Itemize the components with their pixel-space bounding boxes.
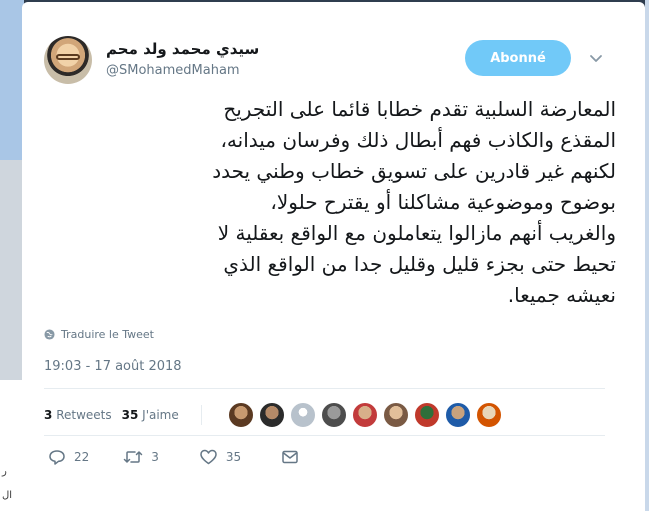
tweet-text-line: المقذع والكاذب فهم أبطال ذلك وفرسان ميدا… [220,128,616,152]
retweets-count: 3 [44,408,53,422]
chevron-down-icon[interactable] [588,50,604,66]
retweet-icon [124,451,143,463]
direct-message-button[interactable] [281,449,299,465]
retweets-stat[interactable]: 3 Retweets [44,408,112,422]
tweet-modal: سيدي محمد ولد محم @SMohamedMaham Abonné … [22,2,645,511]
tweet-text-line: تحيط حتى بجزء قليل وقليل جدا من الواقع ا… [223,252,616,276]
tweet-stats: 3 Retweets 35 J'aime [44,402,502,428]
translate-label[interactable]: Traduire le Tweet [61,328,154,341]
tweet-actions: 22 3 35 [44,448,299,466]
stats-separator [200,405,202,425]
liker-avatar[interactable] [227,402,254,428]
background-text-fragment: ال [2,490,13,501]
tweet-text-line: بوضوح وموضوعية مشاكلنا أو يقترح حلولا، [270,190,616,214]
divider [44,435,605,436]
tweet-text: المعارضة السلبية تقدم خطابا قائما على ال… [50,94,616,311]
likes-count: 35 [121,408,139,422]
liker-avatar[interactable] [320,402,347,428]
liker-avatar[interactable] [289,402,316,428]
retweet-button[interactable]: 3 [123,448,159,466]
display-name[interactable]: سيدي محمد ولد محم [106,40,259,58]
retweets-label: Retweets [56,408,112,422]
liker-avatar[interactable] [475,402,502,428]
tweet-text-line: المعارضة السلبية تقدم خطابا قائما على ال… [223,97,616,121]
tweet-text-line: لكنهم غير قادرين على تسويق خطاب وطني يحد… [212,159,616,183]
avatar[interactable] [44,36,92,84]
tweet-timestamp[interactable]: 19:03 - 17 août 2018 [44,359,182,374]
tweet-text-line: نعيشه جميعا. [507,283,616,307]
background-page: ر ال [0,0,24,511]
background-page-right [645,0,649,511]
reply-button[interactable]: 22 [48,448,89,466]
heart-icon [200,449,217,465]
background-banner [0,0,24,160]
retweet-count: 3 [151,450,159,464]
translate-tweet-link[interactable]: Traduire le Tweet [44,328,154,341]
divider [44,388,605,389]
liker-avatars [227,402,502,428]
likes-label: J'aime [142,408,179,422]
like-button[interactable]: 35 [199,448,241,466]
reply-icon [49,450,65,465]
user-handle[interactable]: @SMohamedMaham [106,63,240,78]
following-button[interactable]: Abonné [465,40,571,76]
reply-count: 22 [74,450,90,464]
like-count: 35 [225,450,242,464]
liker-avatar[interactable] [351,402,378,428]
liker-avatar[interactable] [444,402,471,428]
envelope-icon [282,450,298,464]
liker-avatar[interactable] [413,402,440,428]
liker-avatar[interactable] [382,402,409,428]
background-text-fragment: ر [2,466,7,477]
globe-icon [44,329,55,340]
liker-avatar[interactable] [258,402,285,428]
avatar-glasses [56,54,80,60]
tweet-text-line: والغريب أنهم مازالوا يتعاملون مع الواقع … [217,221,616,245]
likes-stat[interactable]: 35 J'aime [122,408,179,422]
